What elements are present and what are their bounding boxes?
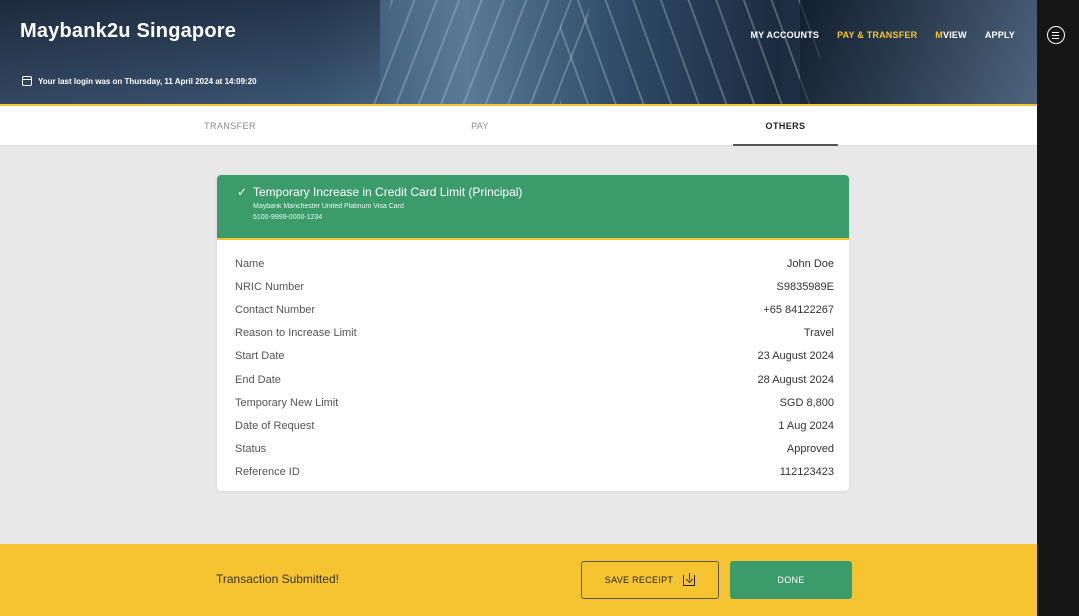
tab-transfer[interactable]: TRANSFER <box>140 106 320 146</box>
detail-row: Date of Request 1 Aug 2024 <box>235 414 834 437</box>
nav-pay-transfer[interactable]: PAY & TRANSFER <box>837 30 917 40</box>
receipt-title: Temporary Increase in Credit Card Limit … <box>253 185 523 199</box>
detail-value: John Doe <box>786 257 834 270</box>
detail-value: 112123423 <box>779 466 834 479</box>
nav-my-accounts[interactable]: MY ACCOUNTS <box>750 30 819 40</box>
detail-label: Temporary New Limit <box>235 396 339 409</box>
receipt-details: Name John Doe NRIC Number S9835989E Contac… <box>217 240 849 484</box>
detail-value: 1 Aug 2024 <box>778 419 834 432</box>
detail-label: Date of Request <box>235 419 315 432</box>
footer-bar: Transaction Submitted! SAVE RECEIPT DONE <box>0 544 1037 616</box>
detail-label: Contact Number <box>235 303 316 316</box>
menu-icon[interactable] <box>1047 26 1065 44</box>
right-sidebar <box>1037 0 1079 616</box>
detail-value: +65 84122267 <box>763 303 834 316</box>
check-icon: ✓ <box>237 185 248 199</box>
detail-label: End Date <box>235 373 281 386</box>
detail-row: Reason to Increase Limit Travel <box>235 322 834 345</box>
nav-apply[interactable]: APPLY <box>985 30 1015 40</box>
detail-label: Reason to Increase Limit <box>235 327 357 340</box>
card-name: Maybank Manchester United Platinum Visa … <box>253 203 404 210</box>
nav-mview[interactable]: MVIEW <box>935 30 967 40</box>
detail-row: Start Date 23 August 2024 <box>235 345 834 368</box>
detail-row: Name John Doe <box>235 252 834 275</box>
header-banner: Maybank2u Singapore Your last login was … <box>0 0 1037 106</box>
detail-row: Reference ID 112123423 <box>235 461 834 484</box>
detail-value: S9835989E <box>776 280 835 293</box>
tab-others[interactable]: OTHERS <box>733 106 838 146</box>
save-receipt-label: SAVE RECEIPT <box>604 575 674 585</box>
banner-image <box>0 0 380 106</box>
detail-label: Start Date <box>235 350 285 363</box>
brand-logo-text[interactable]: Maybank2u Singapore <box>20 20 236 43</box>
detail-value: Approved <box>786 443 834 456</box>
detail-row: End Date 28 August 2024 <box>235 368 834 391</box>
card-number: 5100-9999-0000-1234 <box>253 214 323 221</box>
transaction-status-message: Transaction Submitted! <box>216 572 339 586</box>
detail-row: NRIC Number S9835989E <box>235 275 834 298</box>
detail-row: Temporary New Limit SGD 8,800 <box>235 391 834 414</box>
detail-label: NRIC Number <box>235 280 305 293</box>
detail-value: 28 August 2024 <box>757 373 834 386</box>
detail-row: Contact Number +65 84122267 <box>235 298 834 321</box>
last-login-info: Your last login was on Thursday, 11 Apri… <box>22 76 257 86</box>
detail-row: Status Approved <box>235 438 834 461</box>
tab-pay[interactable]: PAY <box>390 106 570 146</box>
detail-value: SGD 8,800 <box>779 396 834 409</box>
download-icon <box>683 572 696 586</box>
detail-value: Travel <box>803 327 834 340</box>
receipt-header: ✓ Temporary Increase in Credit Card Limi… <box>217 175 849 240</box>
top-nav: MY ACCOUNTS PAY & TRANSFER MVIEW APPLY <box>750 30 1015 40</box>
done-button[interactable]: DONE <box>730 561 852 599</box>
detail-label: Name <box>235 257 265 270</box>
receipt-card: ✓ Temporary Increase in Credit Card Limi… <box>217 175 849 491</box>
detail-label: Reference ID <box>235 466 300 479</box>
calendar-icon <box>22 76 32 86</box>
last-login-text: Your last login was on Thursday, 11 Apri… <box>38 76 257 86</box>
detail-label: Status <box>235 443 267 456</box>
save-receipt-button[interactable]: SAVE RECEIPT <box>581 561 719 599</box>
tab-bar: TRANSFER PAY OTHERS <box>0 106 1037 146</box>
detail-value: 23 August 2024 <box>757 350 834 363</box>
